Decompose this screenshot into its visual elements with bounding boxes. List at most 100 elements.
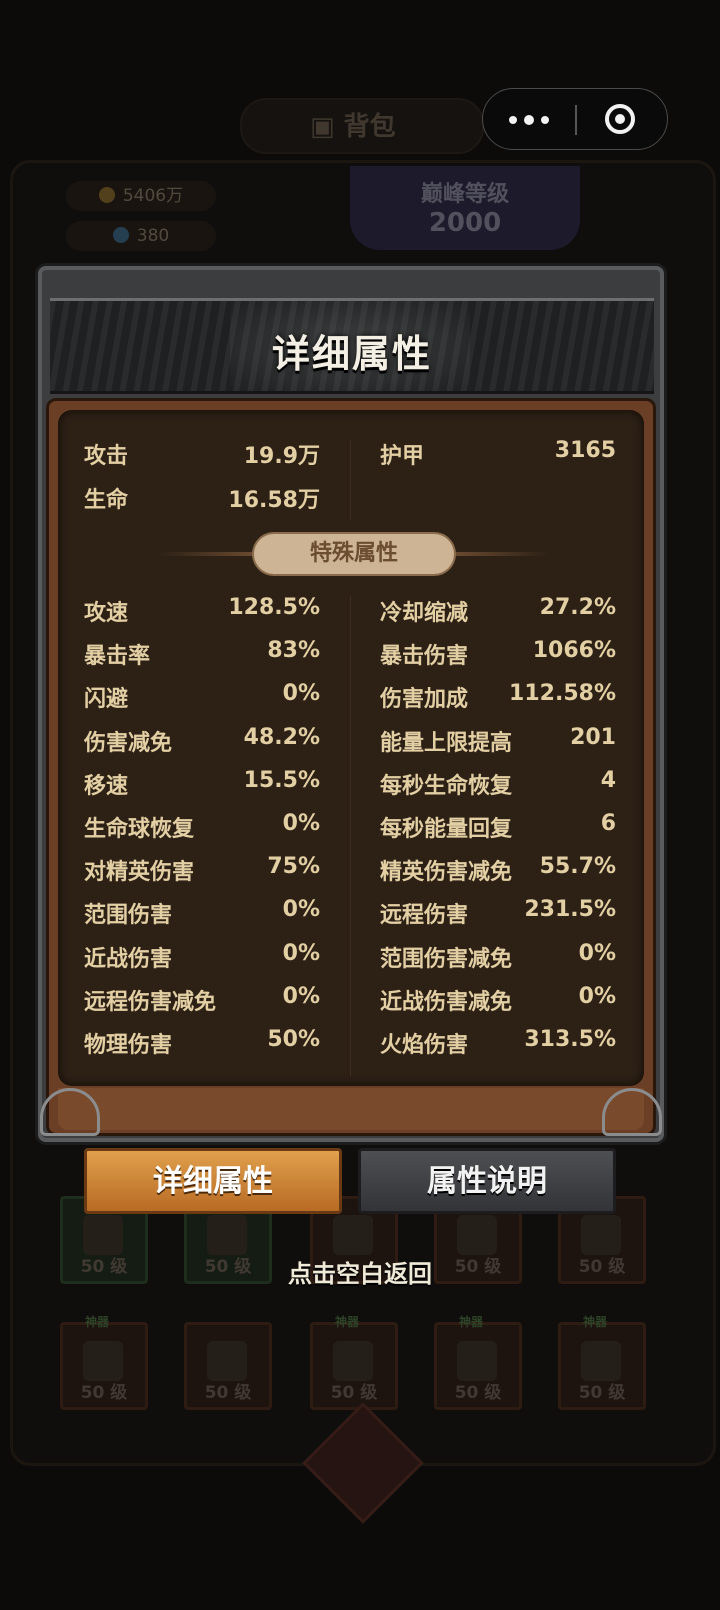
stat-row: 物理伤害 50% [84, 1027, 320, 1059]
stat-label: 能量上限提高 [380, 730, 513, 756]
stat-row: 伤害加成 112.58% [380, 681, 616, 713]
stat-label: 范围伤害 [84, 903, 173, 929]
item-icon [581, 1215, 621, 1255]
item-icon [333, 1215, 373, 1255]
stat-value: 0% [282, 811, 320, 836]
stat-value: 201 [570, 724, 616, 750]
gold-counter: 5406万 [66, 181, 216, 211]
target-icon[interactable] [605, 104, 635, 134]
stat-value: 0% [282, 940, 320, 966]
stat-value: 15.5% [243, 767, 320, 793]
stat-row: 范围伤害减免 0% [380, 941, 616, 973]
miniprogram-capsule [482, 88, 668, 150]
stat-value: 55.7% [539, 854, 616, 880]
stat-label: 远程伤害 [380, 903, 469, 929]
column-divider [350, 596, 351, 1076]
modal-title: 详细属性 [271, 332, 432, 376]
stat-value: 0% [282, 681, 320, 707]
tab-detailed-attributes[interactable]: 详细属性 [84, 1148, 342, 1214]
stat-row: 生命球恢复 0% [84, 811, 320, 843]
inventory-slot[interactable]: 神器 50 级 [60, 1315, 148, 1410]
peak-level-badge: 巅峰等级 2000 [350, 166, 580, 250]
section-line-right [454, 552, 548, 556]
stat-row: 远程伤害减免 0% [84, 984, 320, 1016]
item-icon [83, 1341, 123, 1381]
stat-value: 0% [578, 940, 616, 966]
stat-value: 0% [578, 983, 616, 1009]
stat-label: 范围伤害减免 [380, 946, 513, 972]
special-attributes-header: 特殊属性 [254, 534, 454, 574]
inventory-slot[interactable]: 神器 50 级 [558, 1315, 646, 1410]
stat-row: 移速 15.5% [84, 768, 320, 800]
gem-counter: 380 [66, 221, 216, 251]
inventory-slot[interactable]: 神器 50 级 [310, 1315, 398, 1410]
stat-label: 远程伤害减免 [84, 989, 217, 1015]
stat-label: 精英伤害减免 [380, 860, 513, 886]
stat-row: 火焰伤害 313.5% [380, 1027, 616, 1059]
item-icon [207, 1215, 247, 1255]
item-icon [457, 1341, 497, 1381]
stat-label: 伤害加成 [380, 687, 469, 713]
stat-label: 每秒能量回复 [380, 817, 513, 842]
stat-value: 128.5% [228, 595, 320, 620]
inventory-slot[interactable]: 神器 50 级 [434, 1315, 522, 1410]
stat-row: 每秒生命恢复 4 [380, 768, 616, 800]
bag-title: ▣ 背包 [310, 112, 396, 142]
coin-icon [98, 187, 115, 203]
stat-label: 攻速 [84, 601, 129, 626]
tap-blank-to-return-hint[interactable]: 点击空白返回 [0, 1254, 720, 1289]
screen: ▣ 背包 5406万 380 巅峰等级 2000 🔒神器 50 级 50 级 5… [0, 0, 720, 1610]
stat-row: 闪避 0% [84, 681, 320, 713]
stat-row: 对精英伤害 75% [84, 854, 320, 886]
item-icon [333, 1341, 373, 1381]
stat-label: 对精英伤害 [84, 860, 195, 886]
stat-label: 冷却缩减 [380, 601, 469, 626]
stat-value: 313.5% [524, 1027, 616, 1052]
stat-value: 6 [600, 811, 616, 836]
stat-value: 83% [267, 638, 320, 664]
stat-value: 50% [267, 1027, 320, 1052]
stat-row: 护甲 3165 [380, 438, 616, 469]
stat-value: 0% [282, 897, 320, 923]
content-footer-bar [58, 1088, 644, 1130]
stat-row: 暴击率 83% [84, 638, 320, 670]
stat-row: 生命 16.58万 [84, 488, 320, 513]
stat-value: 48.2% [243, 724, 320, 750]
stat-value: 112.58% [509, 681, 616, 707]
stat-label: 移速 [84, 773, 129, 799]
stat-row: 范围伤害 0% [84, 897, 320, 929]
stat-row: 冷却缩减 27.2% [380, 595, 616, 627]
stat-value: 231.5% [524, 897, 616, 923]
gem-icon [112, 227, 129, 243]
stat-row: 精英伤害减免 55.7% [380, 854, 616, 886]
stat-label: 伤害减免 [84, 730, 173, 756]
item-icon [581, 1341, 621, 1381]
column-divider [350, 440, 351, 520]
stat-row: 攻击 19.9万 [84, 444, 320, 469]
item-icon [457, 1215, 497, 1255]
stat-label: 暴击伤害 [380, 644, 469, 670]
section-line-left [160, 552, 254, 556]
stat-row: 近战伤害减免 0% [380, 984, 616, 1016]
stat-value: 4 [600, 767, 616, 793]
bag-icon: ▣ [310, 112, 344, 142]
modal-header: 详细属性 [50, 298, 654, 394]
capsule-divider [575, 105, 577, 135]
item-icon [207, 1341, 247, 1381]
stat-label: 物理伤害 [84, 1033, 173, 1058]
stat-row: 伤害减免 48.2% [84, 725, 320, 757]
stat-label: 近战伤害减免 [380, 989, 513, 1015]
stat-value: 0% [282, 983, 320, 1009]
stat-row: 暴击伤害 1066% [380, 638, 616, 670]
stat-row: 能量上限提高 201 [380, 725, 616, 757]
stat-value: 75% [267, 854, 320, 880]
item-icon [83, 1215, 123, 1255]
inventory-slot[interactable]: 50 级 [184, 1322, 272, 1410]
stat-row: 攻速 128.5% [84, 595, 320, 627]
stat-row: 近战伤害 0% [84, 941, 320, 973]
stat-row: 每秒能量回复 6 [380, 811, 616, 843]
stat-label: 每秒生命恢复 [380, 773, 513, 799]
more-dots-icon[interactable] [509, 113, 553, 127]
stat-label: 近战伤害 [84, 946, 173, 972]
tab-attribute-description[interactable]: 属性说明 [358, 1148, 616, 1214]
